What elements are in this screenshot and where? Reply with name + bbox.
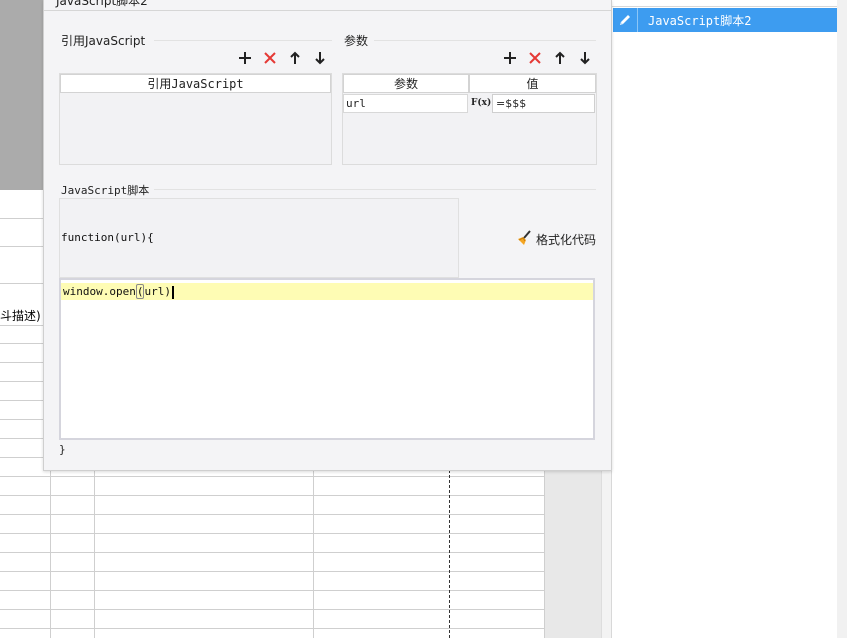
section-divider — [154, 189, 596, 190]
params-row: url F(x) =$$$ — [343, 94, 596, 114]
params-column-value[interactable]: 值 — [469, 74, 596, 93]
sheet-row-line — [0, 533, 545, 534]
delete-icon[interactable] — [527, 50, 543, 66]
dialog-titlebar[interactable]: JavaScript脚本2 — [44, 0, 611, 11]
code-line[interactable]: window.open(url) — [63, 283, 174, 300]
sheet-gray-margin — [545, 470, 601, 638]
ref-js-section-title: 引用JavaScript — [61, 34, 146, 48]
params-toolbar — [502, 50, 593, 66]
add-icon[interactable] — [237, 50, 253, 66]
code-editor[interactable]: window.open(url) — [59, 278, 595, 440]
arrow-down-icon[interactable] — [312, 50, 328, 66]
sheet-row-line — [0, 628, 545, 629]
format-code-button[interactable]: 格式化代码 — [516, 230, 596, 249]
sheet-row-line — [0, 571, 545, 572]
ref-js-table[interactable]: 引用JavaScript — [59, 73, 332, 165]
sheet-row-line — [0, 590, 545, 591]
panel-header — [612, 0, 837, 7]
window-edge — [837, 0, 847, 638]
ref-js-column-header[interactable]: 引用JavaScript — [60, 74, 331, 93]
broom-icon — [516, 230, 532, 249]
js-list-panel: JavaScript脚本2 — [611, 0, 838, 638]
formula-icon-label: F(x) — [471, 98, 492, 108]
section-divider — [154, 40, 332, 41]
js-list-item-selected[interactable]: JavaScript脚本2 — [613, 8, 837, 32]
text-cursor — [171, 285, 174, 299]
dialog-title: JavaScript脚本2 — [56, 0, 148, 8]
closing-brace: } — [59, 443, 66, 456]
pencil-icon — [613, 8, 638, 32]
params-section-title: 参数 — [344, 34, 369, 48]
arrow-up-icon[interactable] — [287, 50, 303, 66]
ref-js-toolbar — [237, 50, 328, 66]
add-icon[interactable] — [502, 50, 518, 66]
formula-icon[interactable]: F(x) — [471, 94, 491, 113]
params-table: 参数 值 url F(x) =$$$ — [342, 73, 597, 165]
function-signature: function(url){ — [61, 231, 154, 244]
code-token: url) — [144, 285, 171, 298]
section-divider — [374, 40, 596, 41]
javascript-dialog: JavaScript脚本2 引用JavaScript 引用JavaScript … — [43, 0, 612, 471]
script-section-title: JavaScript脚本 — [61, 184, 150, 197]
delete-icon[interactable] — [262, 50, 278, 66]
sheet-row-line — [0, 552, 545, 553]
sheet-row-line — [0, 495, 545, 496]
params-column-name[interactable]: 参数 — [343, 74, 469, 93]
sheet-row-line — [0, 609, 545, 610]
sheet-cell-text: 斗描述) — [0, 309, 41, 323]
canvas-gray-area — [0, 0, 43, 190]
param-name-cell[interactable]: url — [343, 94, 468, 113]
arrow-up-icon[interactable] — [552, 50, 568, 66]
arrow-down-icon[interactable] — [577, 50, 593, 66]
sheet-row-line — [0, 514, 545, 515]
format-code-label: 格式化代码 — [536, 233, 597, 247]
code-token: window.open — [63, 285, 136, 298]
page-break-line — [449, 460, 450, 638]
js-list-item-label: JavaScript脚本2 — [648, 13, 752, 28]
param-value-input[interactable]: =$$$ — [492, 94, 595, 113]
sheet-row-line — [0, 476, 545, 477]
